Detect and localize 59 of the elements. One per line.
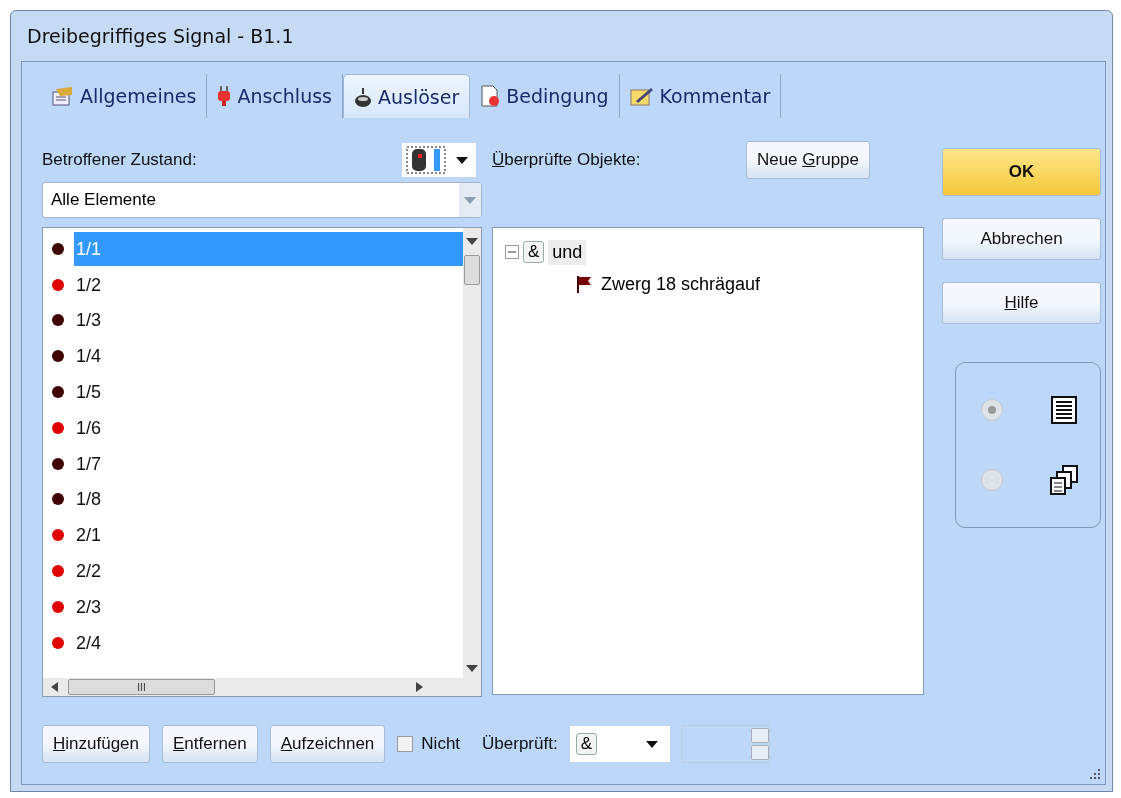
operator-dropdown[interactable]: & [569,726,670,762]
list-item[interactable]: 2/4 [74,625,463,660]
number-spinner[interactable] [681,725,770,763]
tab[interactable]: Anschluss [207,74,343,118]
list-item[interactable]: 1/8 [74,482,463,517]
tab[interactable]: Auslöser [342,74,471,118]
dialog-button[interactable]: Abbrechen [942,218,1101,260]
list-item[interactable]: 1/6 [74,410,463,445]
caret-icon [645,740,658,748]
radio-button[interactable] [981,398,1003,421]
scroll-left-icon [51,682,58,692]
action-button[interactable]: Aufzeichnen [269,725,386,763]
operator-label: & [523,241,545,263]
signal-icon [406,146,446,174]
bell-icon [353,85,372,108]
list-item[interactable]: 1/4 [74,339,463,374]
dialog-button[interactable]: Hilfe [942,282,1101,324]
checked-by-label: Überprüft: [482,734,558,754]
scrollbar-thumb[interactable]: III [68,679,215,695]
new-group-button[interactable]: Neue Gruppe [745,141,870,179]
checkbox-label[interactable]: Nicht [421,734,461,754]
scroll-right-icon [416,682,423,692]
pencil-note-icon [629,86,654,106]
state-dropdown[interactable] [402,143,476,177]
checkbox[interactable] [397,736,414,752]
scroll-down-icon [466,665,478,672]
list-item[interactable]: 1/5 [74,375,463,410]
tab[interactable]: Allgemeines [42,74,208,118]
list-item[interactable]: 1/7 [74,446,463,481]
tree-item[interactable]: Zwerg 18 schrägauf [597,271,765,297]
tab[interactable]: Kommentar [619,74,782,118]
caret-icon [456,156,468,164]
action-button[interactable]: Hinzufügen [42,725,150,763]
flag-icon [575,275,593,293]
radio-button[interactable] [981,468,1003,491]
tab[interactable]: Bedingung [470,74,620,118]
dropdown-arrow-icon [464,196,476,204]
checked-objects-label: Überprüfte Objekte: [492,150,641,170]
window-icon [52,86,74,106]
horizontal-scrollbar[interactable]: III [43,678,463,696]
filter-dropdown[interactable]: Alle Elemente [42,182,482,218]
tree-item[interactable]: und [548,239,587,265]
state-label: Betroffener Zustand: [42,150,197,170]
list-item[interactable]: 1/2 [74,267,463,302]
scrollbar-thumb[interactable] [464,255,480,285]
list-item[interactable]: 2/1 [74,518,463,553]
document-icon [480,85,501,107]
list-icon [1051,395,1077,424]
list-item[interactable]: 2/3 [74,589,463,624]
resize-grip-icon[interactable] [1089,768,1101,780]
window-title: Dreibegriffiges Signal - B1.1 [26,24,295,49]
vertical-scrollbar[interactable] [463,228,481,678]
action-button[interactable]: Entfernen [162,725,258,763]
list-item[interactable]: 1/3 [74,303,463,338]
list-item[interactable]: 2/2 [74,554,463,589]
collapse-icon[interactable] [505,245,519,259]
dialog-button[interactable]: OK [942,148,1101,196]
plug-icon [217,85,232,107]
stacked-pages-icon [1049,464,1079,495]
